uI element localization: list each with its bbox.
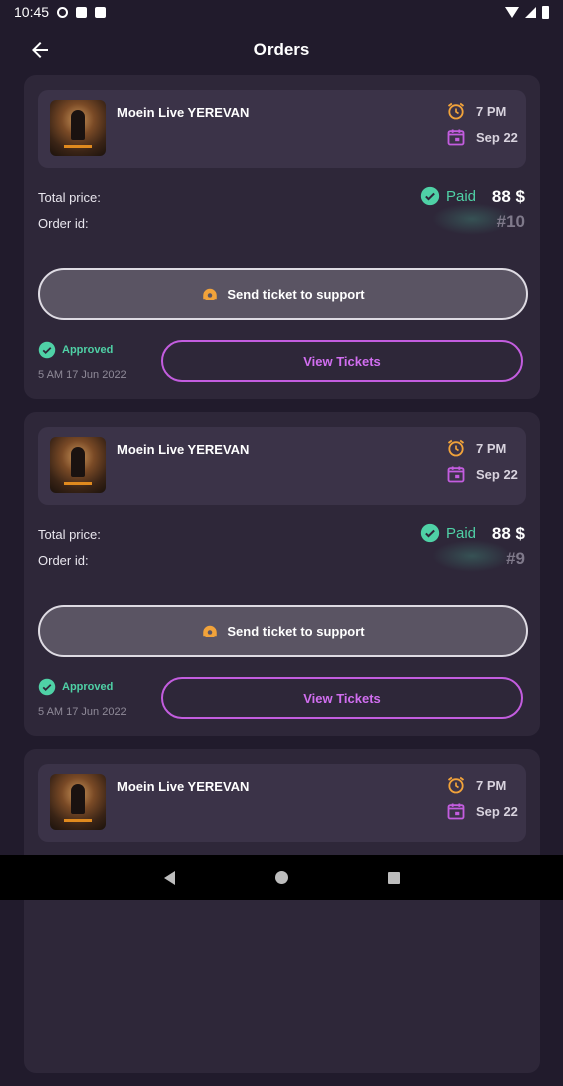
send-ticket-label: Send ticket to support <box>227 286 365 302</box>
back-arrow-icon <box>32 42 48 58</box>
nav-home-icon[interactable] <box>274 871 288 884</box>
event-date: Sep 22 <box>446 464 518 484</box>
event-time: 7 PM <box>446 438 506 458</box>
status-bar: 10:45 <box>0 0 563 24</box>
order-id-label: Order id: <box>38 553 89 568</box>
approved-timestamp: 5 AM 17 Jun 2022 <box>38 369 127 381</box>
nav-recents-icon[interactable] <box>387 871 400 884</box>
event-poster-image <box>50 437 106 493</box>
orders-list: Moein Live YEREVAN 7 PM Sep 22 Total pri… <box>24 75 540 1086</box>
sd-card-status-icon <box>95 6 107 18</box>
event-time-text: 7 PM <box>476 440 507 456</box>
paid-badge: Paid <box>420 186 476 206</box>
paid-badge: Paid <box>420 523 476 543</box>
support-ticket-icon <box>203 625 218 637</box>
event-poster-image <box>50 774 106 830</box>
settings-status-icon <box>57 6 69 18</box>
paid-text: Paid <box>446 524 477 542</box>
status-time: 10:45 <box>14 4 50 20</box>
notification-status-icon <box>76 6 88 18</box>
event-poster-image <box>50 100 106 156</box>
event-time: 7 PM <box>446 101 506 121</box>
order-id-label: Order id: <box>38 216 89 231</box>
system-navigation-bar <box>0 855 563 900</box>
wifi-icon <box>505 6 519 18</box>
alarm-clock-icon <box>447 776 465 794</box>
event-title: Moein Live YEREVAN <box>117 779 250 794</box>
total-price-label: Total price: <box>38 527 101 542</box>
nav-back-icon[interactable] <box>163 870 175 885</box>
approved-text: Approved <box>62 344 114 356</box>
event-summary[interactable]: Moein Live YEREVAN 7 PM Sep 22 <box>38 90 526 168</box>
app-bar: Orders <box>0 28 563 72</box>
order-card: Moein Live YEREVAN 7 PM Sep 22 Total pri… <box>24 75 540 399</box>
event-title: Moein Live YEREVAN <box>117 105 250 120</box>
send-ticket-to-support-button[interactable]: Send ticket to support <box>38 605 528 657</box>
view-tickets-button[interactable]: View Tickets <box>161 677 523 719</box>
calendar-icon <box>447 129 465 146</box>
check-circle-icon <box>420 523 440 543</box>
check-circle-icon <box>38 341 56 359</box>
event-summary[interactable]: Moein Live YEREVAN 7 PM Sep 22 <box>38 764 526 842</box>
back-button[interactable] <box>28 38 52 62</box>
view-tickets-button[interactable]: View Tickets <box>161 340 523 382</box>
order-id-value: #10 <box>496 212 525 231</box>
event-time-text: 7 PM <box>476 777 507 793</box>
paid-text: Paid <box>446 187 477 205</box>
approved-status: Approved <box>38 341 113 359</box>
check-circle-icon <box>420 186 440 206</box>
event-date: Sep 22 <box>446 801 518 821</box>
order-id-value: #9 <box>506 549 525 568</box>
calendar-icon <box>447 803 465 820</box>
approved-text: Approved <box>62 681 114 693</box>
approved-status: Approved <box>38 678 113 696</box>
event-summary[interactable]: Moein Live YEREVAN 7 PM Sep 22 <box>38 427 526 505</box>
check-circle-icon <box>38 678 56 696</box>
total-price-value: 88 $ <box>491 187 525 206</box>
signal-icon <box>525 6 536 18</box>
battery-icon <box>542 5 549 19</box>
alarm-clock-icon <box>447 439 465 457</box>
send-ticket-to-support-button[interactable]: Send ticket to support <box>38 268 528 320</box>
order-card: Moein Live YEREVAN 7 PM Sep 22 <box>24 749 540 1073</box>
support-ticket-icon <box>203 288 218 300</box>
event-date-text: Sep 22 <box>476 466 518 482</box>
event-date: Sep 22 <box>446 127 518 147</box>
event-time: 7 PM <box>446 775 506 795</box>
calendar-icon <box>447 466 465 483</box>
send-ticket-label: Send ticket to support <box>227 623 365 639</box>
total-price-label: Total price: <box>38 190 101 205</box>
order-card: Moein Live YEREVAN 7 PM Sep 22 Total pri… <box>24 412 540 736</box>
event-time-text: 7 PM <box>476 103 507 119</box>
event-date-text: Sep 22 <box>476 129 518 145</box>
event-date-text: Sep 22 <box>476 803 518 819</box>
page-title: Orders <box>253 40 310 59</box>
total-price-value: 88 $ <box>491 524 525 543</box>
approved-timestamp: 5 AM 17 Jun 2022 <box>38 706 127 718</box>
alarm-clock-icon <box>447 102 465 120</box>
event-title: Moein Live YEREVAN <box>117 442 250 457</box>
